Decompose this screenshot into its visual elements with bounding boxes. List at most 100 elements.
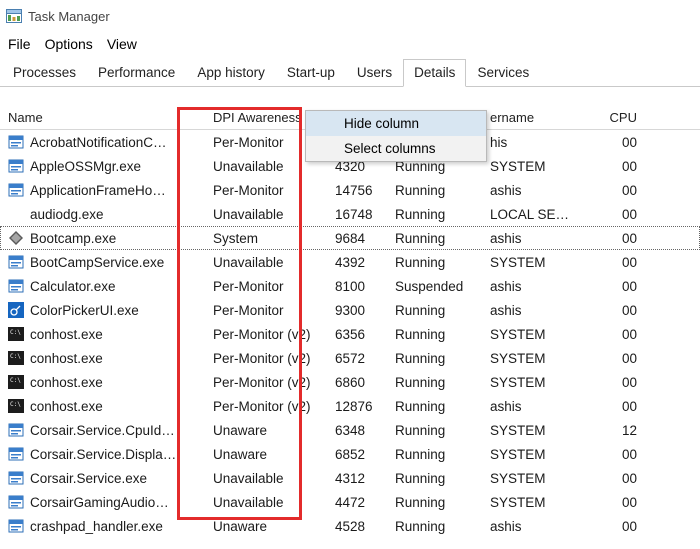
process-name: CorsairGamingAudio… — [30, 495, 169, 510]
cell-dpi: Per-Monitor — [205, 279, 327, 294]
tab-details[interactable]: Details — [403, 59, 466, 87]
menu-view[interactable]: View — [107, 36, 137, 52]
cell-dpi: Per-Monitor (v2) — [205, 375, 327, 390]
table-row[interactable]: Corsair.Service.Displa…Unaware6852Runnin… — [0, 442, 700, 466]
cell-user: SYSTEM — [482, 327, 582, 342]
table-row[interactable]: audiodg.exeUnavailable16748RunningLOCAL … — [0, 202, 700, 226]
tab-services[interactable]: Services — [466, 59, 540, 87]
cell-status: Running — [387, 375, 482, 390]
cell-name: conhost.exe — [0, 350, 205, 366]
tab-users[interactable]: Users — [346, 59, 403, 87]
process-name: Calculator.exe — [30, 279, 116, 294]
cell-pid: 6860 — [327, 375, 387, 390]
task-manager-icon — [6, 8, 22, 24]
cell-pid: 14756 — [327, 183, 387, 198]
tab-processes[interactable]: Processes — [2, 59, 87, 87]
table-row[interactable]: Corsair.Service.CpuId…Unaware6348Running… — [0, 418, 700, 442]
table-row[interactable]: crashpad_handler.exeUnaware4528Runningas… — [0, 514, 700, 538]
process-name: crashpad_handler.exe — [30, 519, 163, 534]
cell-name: ColorPickerUI.exe — [0, 302, 205, 318]
cell-dpi: Unaware — [205, 447, 327, 462]
menu-options[interactable]: Options — [45, 36, 93, 52]
process-name: Corsair.Service.CpuId… — [30, 423, 175, 438]
process-name: Bootcamp.exe — [30, 231, 116, 246]
process-icon — [8, 446, 24, 462]
cell-pid: 6356 — [327, 327, 387, 342]
cell-status: Running — [387, 327, 482, 342]
cell-dpi: Unavailable — [205, 255, 327, 270]
menu-bar: File Options View — [0, 32, 700, 58]
cell-cpu: 00 — [582, 495, 662, 510]
process-icon — [8, 470, 24, 486]
context-menu-hide-column[interactable]: Hide column — [306, 111, 486, 136]
process-icon — [8, 350, 24, 366]
cell-pid: 4392 — [327, 255, 387, 270]
process-icon — [8, 398, 24, 414]
cell-dpi: Per-Monitor (v2) — [205, 399, 327, 414]
cell-user: SYSTEM — [482, 471, 582, 486]
table-row[interactable]: conhost.exePer-Monitor (v2)12876Runninga… — [0, 394, 700, 418]
table-row[interactable]: ApplicationFrameHo…Per-Monitor14756Runni… — [0, 178, 700, 202]
table-row[interactable]: CorsairGamingAudio… Unavailable4472Runnin… — [0, 490, 700, 514]
table-row[interactable]: Corsair.Service.exeUnavailable4312Runnin… — [0, 466, 700, 490]
column-header-name[interactable]: Name — [0, 110, 205, 129]
cell-pid: 6348 — [327, 423, 387, 438]
cell-user: SYSTEM — [482, 423, 582, 438]
cell-status: Running — [387, 255, 482, 270]
process-name: Corsair.Service.Displa… — [30, 447, 176, 462]
cell-cpu: 00 — [582, 255, 662, 270]
process-name: Corsair.Service.exe — [30, 471, 147, 486]
cell-cpu: 00 — [582, 327, 662, 342]
context-menu-select-columns[interactable]: Select columns — [306, 136, 486, 161]
cell-cpu: 00 — [582, 279, 662, 294]
cell-cpu: 00 — [582, 399, 662, 414]
table-row[interactable]: Bootcamp.exeSystem9684Runningashis00 — [0, 226, 700, 250]
process-name: AppleOSSMgr.exe — [30, 159, 141, 174]
tab-app-history[interactable]: App history — [186, 59, 276, 87]
table-row[interactable]: Calculator.exePer-Monitor8100Suspendedas… — [0, 274, 700, 298]
cell-name: Corsair.Service.CpuId… — [0, 422, 205, 438]
cell-pid: 6852 — [327, 447, 387, 462]
cell-name: AppleOSSMgr.exe — [0, 158, 205, 174]
cell-dpi: Unaware — [205, 519, 327, 534]
cell-pid: 4472 — [327, 495, 387, 510]
process-icon — [8, 518, 24, 534]
process-name: conhost.exe — [30, 375, 103, 390]
process-icon — [8, 182, 24, 198]
process-name: conhost.exe — [30, 351, 103, 366]
table-row[interactable]: conhost.exePer-Monitor (v2)6356RunningSY… — [0, 322, 700, 346]
table-row[interactable]: BootCampService.exeUnavailable4392Runnin… — [0, 250, 700, 274]
table-row[interactable]: conhost.exePer-Monitor (v2)6860RunningSY… — [0, 370, 700, 394]
process-icon — [8, 158, 24, 174]
context-menu: Hide column Select columns — [305, 110, 487, 162]
cell-user: SYSTEM — [482, 159, 582, 174]
cell-dpi: Per-Monitor — [205, 303, 327, 318]
cell-cpu: 00 — [582, 375, 662, 390]
cell-user: LOCAL SER… — [482, 207, 582, 222]
cell-status: Running — [387, 399, 482, 414]
table-row[interactable]: ColorPickerUI.exePer-Monitor9300Runninga… — [0, 298, 700, 322]
cell-status: Running — [387, 231, 482, 246]
process-icon — [8, 326, 24, 342]
process-icon — [8, 230, 24, 246]
cell-cpu: 00 — [582, 519, 662, 534]
tab-start-up[interactable]: Start-up — [276, 59, 346, 87]
cell-status: Running — [387, 519, 482, 534]
cell-dpi: System — [205, 231, 327, 246]
cell-name: AcrobatNotificationC… — [0, 134, 205, 150]
cell-dpi: Unavailable — [205, 495, 327, 510]
cell-dpi: Per-Monitor (v2) — [205, 327, 327, 342]
column-header-cpu[interactable]: CPU — [582, 110, 662, 129]
cell-user: ashis — [482, 279, 582, 294]
cell-cpu: 00 — [582, 135, 662, 150]
tab-performance[interactable]: Performance — [87, 59, 186, 87]
menu-file[interactable]: File — [8, 36, 31, 52]
cell-pid: 9300 — [327, 303, 387, 318]
cell-pid: 9684 — [327, 231, 387, 246]
cell-name: Bootcamp.exe — [0, 230, 205, 246]
column-header-username[interactable]: ername — [482, 110, 582, 129]
table-row[interactable]: conhost.exePer-Monitor (v2)6572RunningSY… — [0, 346, 700, 370]
cell-status: Running — [387, 495, 482, 510]
tab-bar: Processes Performance App history Start-… — [0, 58, 700, 87]
cell-cpu: 00 — [582, 447, 662, 462]
